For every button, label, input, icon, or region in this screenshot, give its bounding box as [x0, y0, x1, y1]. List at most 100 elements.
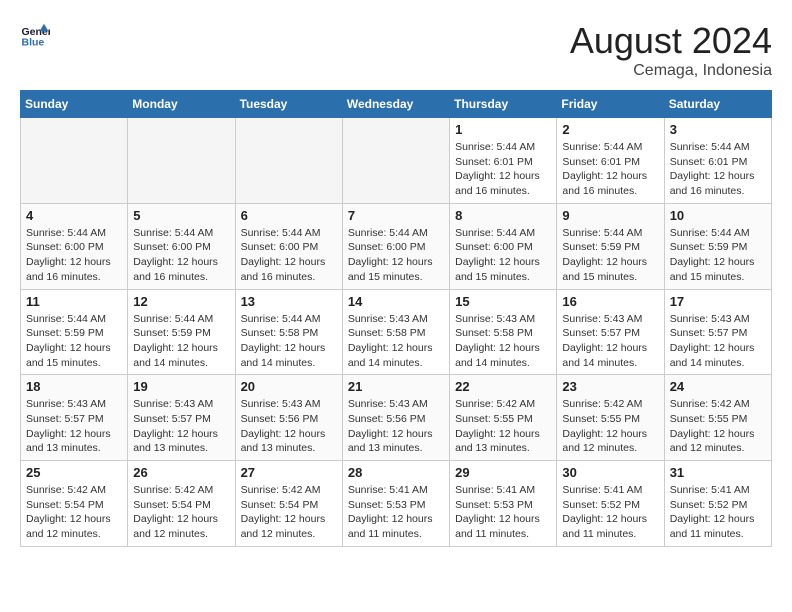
calendar-week-row-5: 25Sunrise: 5:42 AM Sunset: 5:54 PM Dayli… [21, 461, 772, 547]
calendar-cell: 22Sunrise: 5:42 AM Sunset: 5:55 PM Dayli… [450, 375, 557, 461]
calendar-week-row-4: 18 Sunrise: 5:43 AM Sunset: 5:57 PM Dayli… [21, 375, 772, 461]
day-info: Sunrise: 5:42 AM Sunset: 5:55 PM Dayligh… [455, 397, 551, 456]
calendar-cell: 20Sunrise: 5:43 AM Sunset: 5:56 PM Dayli… [235, 375, 342, 461]
day-info: Sunrise: 5:43 AM Sunset: 5:57 PM Dayligh… [26, 397, 122, 456]
logo-icon: General Blue [20, 20, 50, 50]
day-number: 29 [455, 465, 551, 480]
weekday-header-wednesday: Wednesday [342, 91, 449, 118]
day-number: 2 [562, 122, 658, 137]
calendar-cell [128, 118, 235, 204]
day-number: 26 [133, 465, 229, 480]
calendar-cell: 4 Sunrise: 5:44 AM Sunset: 6:00 PM Daylig… [21, 203, 128, 289]
day-info: Sunrise: 5:44 AM Sunset: 6:01 PM Dayligh… [455, 140, 551, 199]
day-info: Sunrise: 5:41 AM Sunset: 5:53 PM Dayligh… [348, 483, 444, 542]
logo: General Blue [20, 20, 50, 50]
month-year-title: August 2024 [570, 20, 772, 62]
weekday-header-saturday: Saturday [664, 91, 771, 118]
day-number: 30 [562, 465, 658, 480]
calendar-cell: 13 Sunrise: 5:44 AM Sunset: 5:58 PM Dayli… [235, 289, 342, 375]
calendar-cell: 14Sunrise: 5:43 AM Sunset: 5:58 PM Dayli… [342, 289, 449, 375]
day-info: Sunrise: 5:44 AM Sunset: 5:59 PM Dayligh… [133, 312, 229, 371]
calendar-cell: 19Sunrise: 5:43 AM Sunset: 5:57 PM Dayli… [128, 375, 235, 461]
day-info: Sunrise: 5:42 AM Sunset: 5:54 PM Dayligh… [241, 483, 337, 542]
day-info: Sunrise: 5:44 AM Sunset: 5:59 PM Dayligh… [562, 226, 658, 285]
calendar-cell: 17 Sunrise: 5:43 AM Sunset: 5:57 PM Dayli… [664, 289, 771, 375]
weekday-header-monday: Monday [128, 91, 235, 118]
calendar-cell: 23 Sunrise: 5:42 AM Sunset: 5:55 PM Dayli… [557, 375, 664, 461]
calendar-week-row-1: 1 Sunrise: 5:44 AM Sunset: 6:01 PM Daylig… [21, 118, 772, 204]
day-number: 13 [241, 294, 337, 309]
day-number: 17 [670, 294, 766, 309]
calendar-cell [235, 118, 342, 204]
day-info: Sunrise: 5:44 AM Sunset: 6:00 PM Dayligh… [133, 226, 229, 285]
calendar-cell: 9 Sunrise: 5:44 AM Sunset: 5:59 PM Daylig… [557, 203, 664, 289]
day-info: Sunrise: 5:44 AM Sunset: 5:59 PM Dayligh… [26, 312, 122, 371]
day-info: Sunrise: 5:44 AM Sunset: 6:01 PM Dayligh… [670, 140, 766, 199]
day-info: Sunrise: 5:44 AM Sunset: 5:58 PM Dayligh… [241, 312, 337, 371]
day-number: 12 [133, 294, 229, 309]
day-number: 8 [455, 208, 551, 223]
day-number: 23 [562, 379, 658, 394]
day-info: Sunrise: 5:44 AM Sunset: 6:00 PM Dayligh… [241, 226, 337, 285]
day-number: 3 [670, 122, 766, 137]
day-number: 7 [348, 208, 444, 223]
calendar-cell: 5 Sunrise: 5:44 AM Sunset: 6:00 PM Daylig… [128, 203, 235, 289]
page-header: General Blue August 2024 Cemaga, Indones… [20, 20, 772, 80]
day-number: 18 [26, 379, 122, 394]
day-number: 24 [670, 379, 766, 394]
weekday-header-thursday: Thursday [450, 91, 557, 118]
day-number: 4 [26, 208, 122, 223]
calendar-cell [342, 118, 449, 204]
day-info: Sunrise: 5:42 AM Sunset: 5:54 PM Dayligh… [26, 483, 122, 542]
calendar-cell: 26Sunrise: 5:42 AM Sunset: 5:54 PM Dayli… [128, 461, 235, 547]
day-number: 6 [241, 208, 337, 223]
calendar-cell: 29 Sunrise: 5:41 AM Sunset: 5:53 PM Dayli… [450, 461, 557, 547]
calendar-cell: 31 Sunrise: 5:41 AM Sunset: 5:52 PM Dayli… [664, 461, 771, 547]
day-info: Sunrise: 5:43 AM Sunset: 5:57 PM Dayligh… [670, 312, 766, 371]
day-info: Sunrise: 5:43 AM Sunset: 5:57 PM Dayligh… [562, 312, 658, 371]
svg-text:Blue: Blue [22, 37, 45, 49]
day-number: 15 [455, 294, 551, 309]
day-number: 1 [455, 122, 551, 137]
day-info: Sunrise: 5:43 AM Sunset: 5:56 PM Dayligh… [241, 397, 337, 456]
day-info: Sunrise: 5:44 AM Sunset: 6:00 PM Dayligh… [348, 226, 444, 285]
calendar-cell: 12 Sunrise: 5:44 AM Sunset: 5:59 PM Dayli… [128, 289, 235, 375]
day-info: Sunrise: 5:41 AM Sunset: 5:52 PM Dayligh… [670, 483, 766, 542]
calendar-cell: 16 Sunrise: 5:43 AM Sunset: 5:57 PM Dayli… [557, 289, 664, 375]
title-block: August 2024 Cemaga, Indonesia [570, 20, 772, 80]
weekday-header-row: SundayMondayTuesdayWednesdayThursdayFrid… [21, 91, 772, 118]
day-info: Sunrise: 5:44 AM Sunset: 6:01 PM Dayligh… [562, 140, 658, 199]
day-number: 27 [241, 465, 337, 480]
calendar-cell: 30 Sunrise: 5:41 AM Sunset: 5:52 PM Dayli… [557, 461, 664, 547]
day-info: Sunrise: 5:43 AM Sunset: 5:56 PM Dayligh… [348, 397, 444, 456]
calendar-cell: 28 Sunrise: 5:41 AM Sunset: 5:53 PM Dayli… [342, 461, 449, 547]
calendar-cell: 11Sunrise: 5:44 AM Sunset: 5:59 PM Dayli… [21, 289, 128, 375]
day-info: Sunrise: 5:44 AM Sunset: 6:00 PM Dayligh… [455, 226, 551, 285]
calendar-cell: 15 Sunrise: 5:43 AM Sunset: 5:58 PM Dayli… [450, 289, 557, 375]
day-info: Sunrise: 5:41 AM Sunset: 5:52 PM Dayligh… [562, 483, 658, 542]
calendar-cell: 25Sunrise: 5:42 AM Sunset: 5:54 PM Dayli… [21, 461, 128, 547]
calendar-cell: 27 Sunrise: 5:42 AM Sunset: 5:54 PM Dayli… [235, 461, 342, 547]
day-info: Sunrise: 5:44 AM Sunset: 5:59 PM Dayligh… [670, 226, 766, 285]
calendar-cell: 1 Sunrise: 5:44 AM Sunset: 6:01 PM Daylig… [450, 118, 557, 204]
day-number: 31 [670, 465, 766, 480]
day-info: Sunrise: 5:42 AM Sunset: 5:55 PM Dayligh… [562, 397, 658, 456]
day-info: Sunrise: 5:44 AM Sunset: 6:00 PM Dayligh… [26, 226, 122, 285]
day-number: 14 [348, 294, 444, 309]
day-info: Sunrise: 5:41 AM Sunset: 5:53 PM Dayligh… [455, 483, 551, 542]
calendar-cell: 8 Sunrise: 5:44 AM Sunset: 6:00 PM Daylig… [450, 203, 557, 289]
calendar-table: SundayMondayTuesdayWednesdayThursdayFrid… [20, 90, 772, 547]
day-number: 16 [562, 294, 658, 309]
day-number: 28 [348, 465, 444, 480]
day-info: Sunrise: 5:42 AM Sunset: 5:55 PM Dayligh… [670, 397, 766, 456]
weekday-header-tuesday: Tuesday [235, 91, 342, 118]
day-number: 5 [133, 208, 229, 223]
day-number: 21 [348, 379, 444, 394]
weekday-header-friday: Friday [557, 91, 664, 118]
calendar-cell: 21 Sunrise: 5:43 AM Sunset: 5:56 PM Dayli… [342, 375, 449, 461]
calendar-week-row-2: 4 Sunrise: 5:44 AM Sunset: 6:00 PM Daylig… [21, 203, 772, 289]
day-info: Sunrise: 5:43 AM Sunset: 5:58 PM Dayligh… [455, 312, 551, 371]
day-number: 9 [562, 208, 658, 223]
calendar-week-row-3: 11Sunrise: 5:44 AM Sunset: 5:59 PM Dayli… [21, 289, 772, 375]
day-number: 10 [670, 208, 766, 223]
